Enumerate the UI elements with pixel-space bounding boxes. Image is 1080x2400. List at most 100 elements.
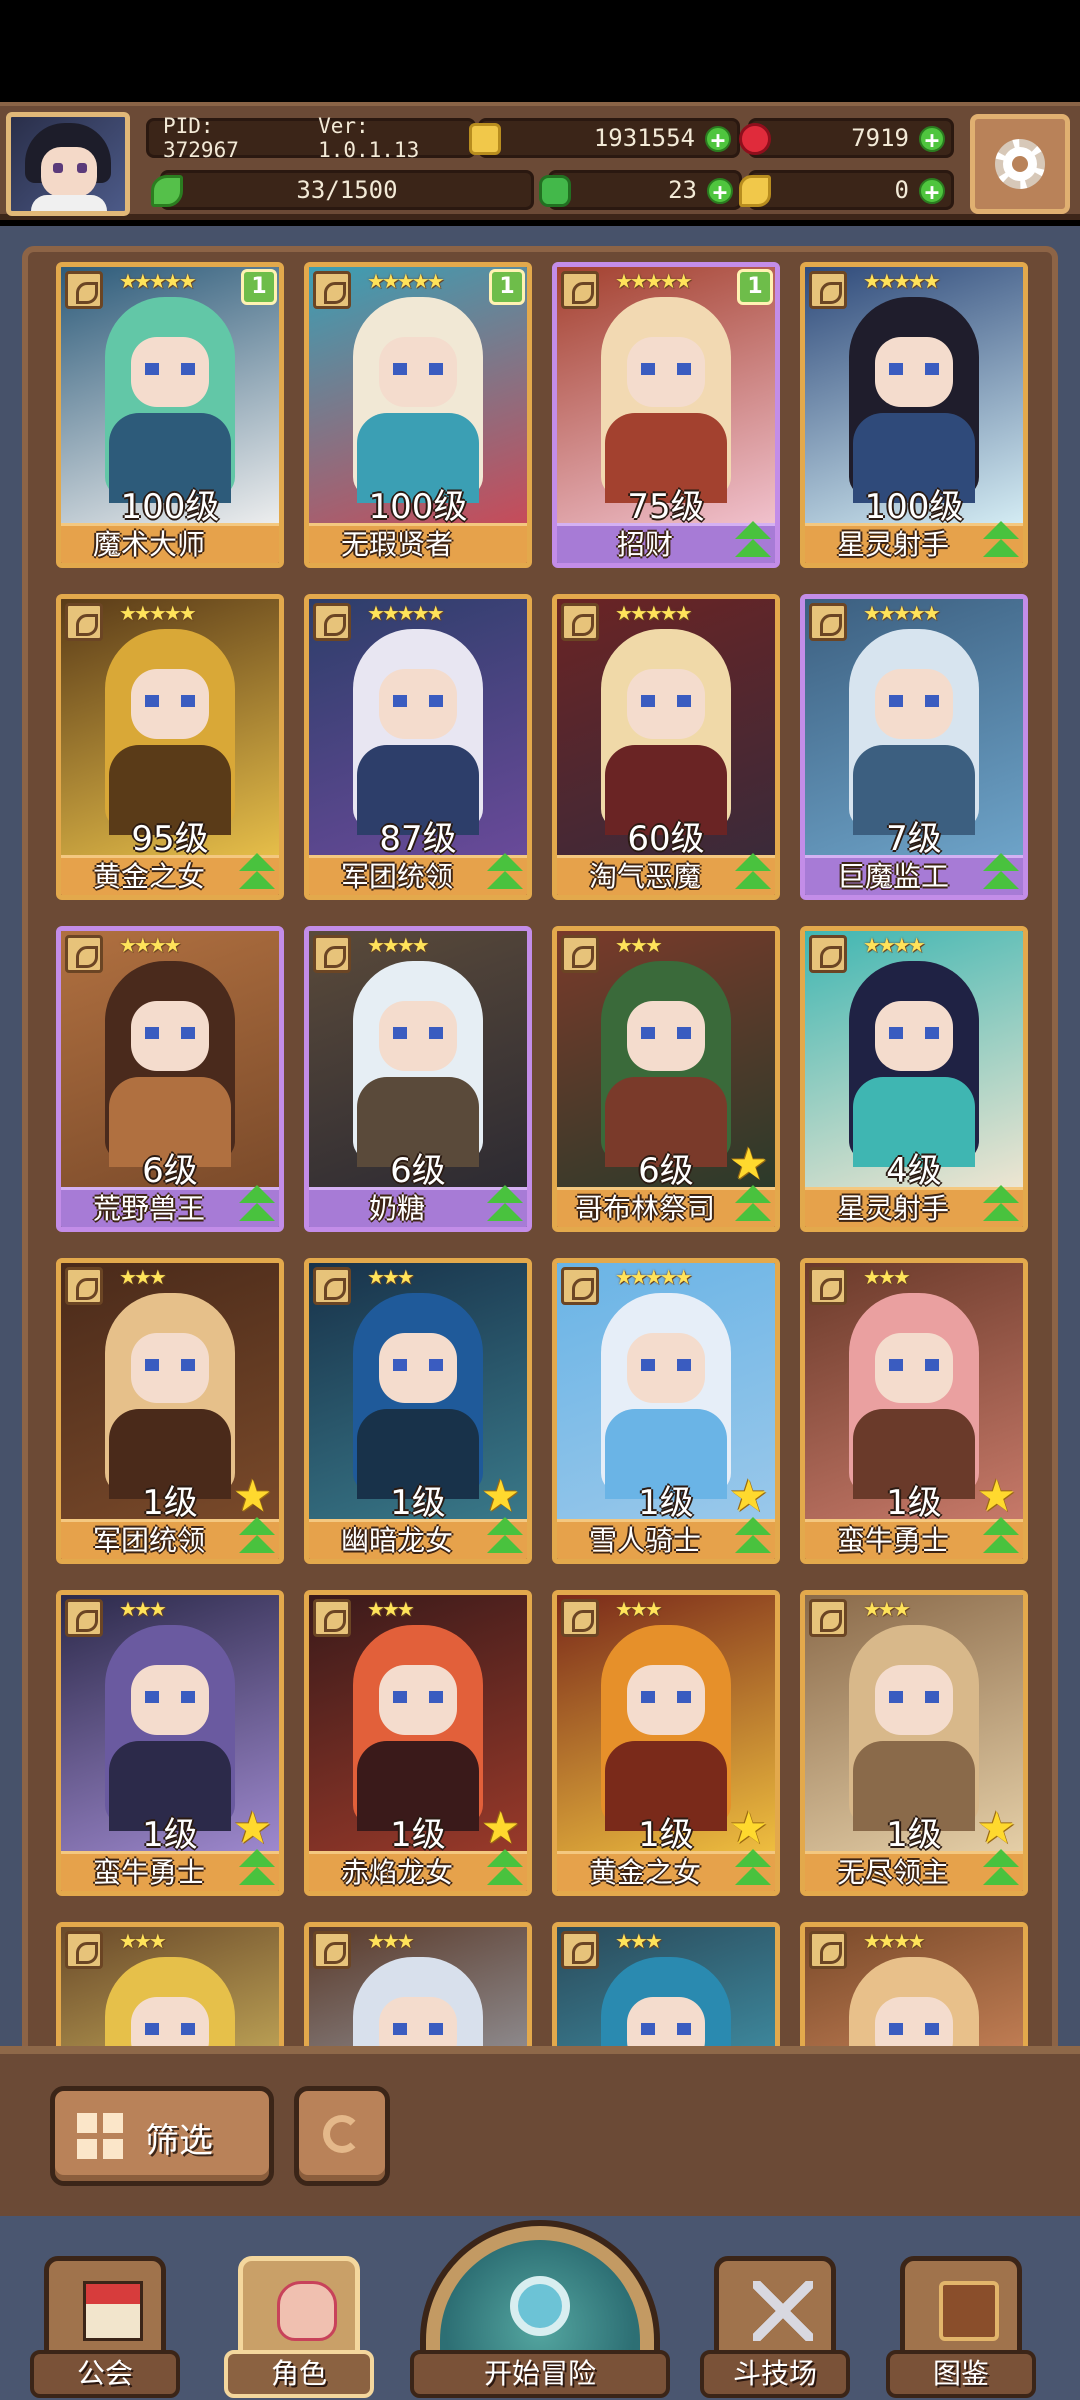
class-icon bbox=[809, 603, 847, 641]
hero-card[interactable]: ★★★ 1级 ★ 黄金之女 bbox=[552, 1590, 780, 1896]
hero-name: 招财 bbox=[616, 528, 673, 561]
hero-card[interactable]: ★★★ bbox=[552, 1922, 780, 2048]
gear-icon bbox=[995, 139, 1045, 189]
hero-name: 无瑕贤者 bbox=[340, 528, 453, 561]
bottom-navigation: 公会 角色 开始冒险 斗技场 图鉴 bbox=[0, 2216, 1080, 2400]
hero-name: 雪人骑士 bbox=[588, 1524, 701, 1557]
hero-card[interactable]: ★★★★★ 1级 ★ 雪人骑士 bbox=[552, 1258, 780, 1564]
start-adventure-button[interactable]: 开始冒险 bbox=[410, 2216, 670, 2400]
hero-card[interactable]: ★★★ 1级 ★ 蛮牛勇士 bbox=[56, 1590, 284, 1896]
add-clover-button[interactable]: + bbox=[707, 178, 733, 204]
add-key-button[interactable]: + bbox=[919, 178, 945, 204]
hero-card[interactable]: ★★★★★ 7级 巨魔监工 bbox=[800, 594, 1028, 900]
star-rating: ★★★★★ bbox=[615, 601, 693, 625]
gold-amount: 1931554 bbox=[593, 124, 695, 152]
gem-counter: 7919 + bbox=[739, 118, 954, 158]
add-gold-button[interactable]: + bbox=[705, 126, 731, 152]
ruby-icon bbox=[739, 123, 771, 155]
level-up-arrow-icon bbox=[979, 519, 1023, 563]
star-rating: ★★★ bbox=[367, 1929, 415, 1953]
refresh-icon bbox=[323, 2115, 361, 2153]
hero-name: 荒野兽王 bbox=[92, 1192, 205, 1225]
class-icon bbox=[561, 271, 599, 309]
level-up-arrow-icon bbox=[731, 851, 775, 895]
nav-guild[interactable]: 公会 bbox=[30, 2256, 180, 2400]
class-icon bbox=[561, 1599, 599, 1637]
hero-card[interactable]: ★★★★★ 1 100级 无瑕贤者 bbox=[304, 262, 532, 568]
nav-role-label: 角色 bbox=[224, 2350, 374, 2398]
level-up-arrow-icon bbox=[731, 519, 775, 563]
hero-name: 魔术大师 bbox=[92, 528, 205, 561]
hero-card[interactable]: ★★★ 1级 ★ 军团统领 bbox=[56, 1258, 284, 1564]
hero-card[interactable]: ★★★★★ 100级 星灵射手 bbox=[800, 262, 1028, 568]
refresh-button[interactable] bbox=[294, 2086, 390, 2186]
guild-hall-icon bbox=[83, 2281, 143, 2341]
hero-card[interactable]: ★★★★ 6级 奶糖 bbox=[304, 926, 532, 1232]
stamina-leaf-icon bbox=[151, 175, 183, 207]
star-rating: ★★★ bbox=[367, 1597, 415, 1621]
start-adventure-label: 开始冒险 bbox=[410, 2350, 670, 2398]
hero-name: 星灵射手 bbox=[836, 528, 949, 561]
hero-name: 巨魔监工 bbox=[836, 860, 949, 893]
nav-arena[interactable]: 斗技场 bbox=[700, 2256, 850, 2400]
hero-name: 赤焰龙女 bbox=[340, 1856, 453, 1889]
hero-card[interactable]: ★★★★ bbox=[800, 1922, 1028, 2048]
star-rating: ★★★ bbox=[119, 1265, 167, 1289]
add-gem-button[interactable]: + bbox=[919, 126, 945, 152]
hero-name: 星灵射手 bbox=[836, 1192, 949, 1225]
hero-card[interactable]: ★★★★★ 95级 黄金之女 bbox=[56, 594, 284, 900]
hero-card[interactable]: ★★★ 1级 ★ 无尽领主 bbox=[800, 1590, 1028, 1896]
hero-name: 军团统领 bbox=[92, 1524, 205, 1557]
stamina-value: 33/1500 bbox=[296, 176, 398, 204]
nav-codex[interactable]: 图鉴 bbox=[886, 2256, 1036, 2400]
class-icon bbox=[313, 1931, 351, 1969]
star-rating: ★★★★ bbox=[863, 1929, 926, 1953]
class-icon bbox=[65, 1267, 103, 1305]
player-id: PID: 372967 bbox=[163, 114, 239, 162]
copy-count-badge: 1 bbox=[489, 269, 525, 305]
hero-card[interactable]: ★★★★★ 60级 淘气恶魔 bbox=[552, 594, 780, 900]
star-rating: ★★★ bbox=[615, 933, 663, 957]
filter-button[interactable]: 筛选 bbox=[50, 2086, 274, 2186]
hero-card[interactable]: ★★★ bbox=[304, 1922, 532, 2048]
hero-name: 无尽领主 bbox=[836, 1856, 949, 1889]
hero-grid[interactable]: ★★★★★ 1 100级 魔术大师 ★★★★★ 1 100级 无瑕贤者 ★★★★★ 1 75级 招财 ★… bbox=[34, 262, 1046, 2048]
star-rating: ★★★★★ bbox=[615, 269, 693, 293]
star-rating: ★★★ bbox=[119, 1929, 167, 1953]
player-avatar[interactable] bbox=[6, 112, 130, 216]
nav-guild-label: 公会 bbox=[30, 2350, 180, 2398]
hero-card[interactable]: ★★★★ 6级 荒野兽王 bbox=[56, 926, 284, 1232]
character-icon bbox=[277, 2281, 337, 2341]
nav-role[interactable]: 角色 bbox=[224, 2256, 374, 2400]
hero-name: 蛮牛勇士 bbox=[836, 1524, 949, 1557]
class-icon bbox=[809, 1931, 847, 1969]
hero-name: 幽暗龙女 bbox=[340, 1524, 453, 1557]
hero-card[interactable]: ★★★ bbox=[56, 1922, 284, 2048]
hero-name-bar: 无瑕贤者 bbox=[309, 523, 527, 563]
hero-card[interactable]: ★★★ 1级 ★ 幽暗龙女 bbox=[304, 1258, 532, 1564]
star-rating: ★★★★★ bbox=[119, 601, 197, 625]
hero-card[interactable]: ★★★ 1级 ★ 蛮牛勇士 bbox=[800, 1258, 1028, 1564]
player-info: PID: 372967 Ver: 1.0.1.13 bbox=[146, 114, 476, 162]
star-rating: ★★★ bbox=[863, 1597, 911, 1621]
clover-amount: 23 bbox=[668, 176, 697, 204]
level-up-arrow-icon bbox=[483, 1515, 527, 1559]
gold-coin-icon bbox=[469, 123, 501, 155]
star-rating: ★★★ bbox=[615, 1597, 663, 1621]
hero-card[interactable]: ★★★★★ 1 75级 招财 bbox=[552, 262, 780, 568]
hero-card[interactable]: ★★★ 1级 ★ 赤焰龙女 bbox=[304, 1590, 532, 1896]
level-up-arrow-icon bbox=[483, 851, 527, 895]
hero-card[interactable]: ★★★ 6级 ★ 哥布林祭司 bbox=[552, 926, 780, 1232]
settings-button[interactable] bbox=[970, 114, 1070, 214]
clover-counter: 23 + bbox=[539, 170, 742, 210]
gold-counter: 1931554 + bbox=[469, 118, 740, 158]
class-icon bbox=[313, 1599, 351, 1637]
nav-codex-label: 图鉴 bbox=[886, 2350, 1036, 2398]
class-icon bbox=[65, 1931, 103, 1969]
hero-card[interactable]: ★★★★ 4级 星灵射手 bbox=[800, 926, 1028, 1232]
star-rating: ★★★ bbox=[863, 1265, 911, 1289]
hero-name: 蛮牛勇士 bbox=[92, 1856, 205, 1889]
hero-card[interactable]: ★★★★★ 1 100级 魔术大师 bbox=[56, 262, 284, 568]
hero-card[interactable]: ★★★★★ 87级 军团统领 bbox=[304, 594, 532, 900]
level-up-arrow-icon bbox=[235, 1847, 279, 1891]
